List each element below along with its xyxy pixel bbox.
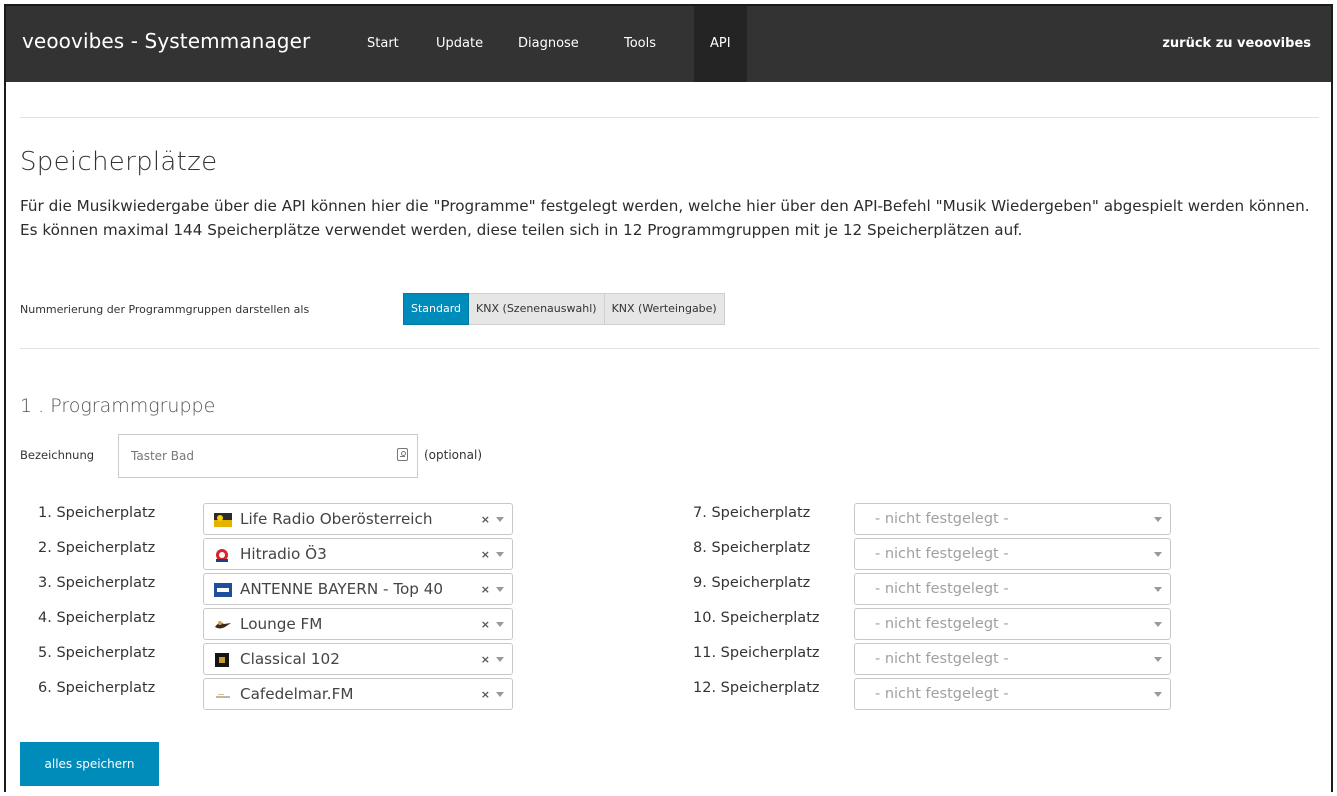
slot-label-2: 2. Speicherplatz [38,540,156,556]
slot-select-7[interactable]: - nicht festgelegt - [854,503,1171,535]
slot-select-8[interactable]: - nicht festgelegt - [854,538,1171,570]
numbering-button-group: Standard KNX (Szenenauswahl) KNX (Wertei… [403,293,725,325]
slot-placeholder-11: - nicht festgelegt - [875,651,1009,667]
slot-label-12: 12. Speicherplatz [693,680,820,696]
top-navbar: veoovibes - Systemmanager Start Update D… [6,6,1331,82]
slot-label-4: 4. Speicherplatz [38,610,156,626]
page-description: Für die Musikwiedergabe über die API kön… [20,197,1310,239]
chevron-down-icon[interactable] [496,587,504,592]
antenne-bayern-logo-icon [214,583,232,597]
program-group-title: 1 . Programmgruppe [20,395,216,417]
nav-item-api[interactable]: API [694,6,747,82]
slot-value-6: Cafedelmar.FM [240,685,354,703]
clear-icon[interactable]: × [481,583,490,596]
slot-label-7: 7. Speicherplatz [693,505,811,521]
chevron-down-icon[interactable] [1154,587,1162,592]
slot-label-8: 8. Speicherplatz [693,540,811,556]
clear-icon[interactable]: × [481,618,490,631]
slot-select-1[interactable]: Life Radio Oberösterreich × [203,503,513,535]
group-name-label: Bezeichnung [20,448,95,462]
clear-icon[interactable]: × [481,548,490,561]
nav-item-start[interactable]: Start [351,6,415,82]
cafedelmar-logo-icon [216,694,230,698]
clear-icon[interactable]: × [481,653,490,666]
slot-select-9[interactable]: - nicht festgelegt - [854,573,1171,605]
slot-label-6: 6. Speicherplatz [38,680,156,696]
slot-label-9: 9. Speicherplatz [693,575,811,591]
classical-102-logo-icon [215,653,229,667]
clear-icon[interactable]: × [481,688,490,701]
slot-label-3: 3. Speicherplatz [38,575,156,591]
slot-label-5: 5. Speicherplatz [38,645,156,661]
slot-select-6[interactable]: Cafedelmar.FM × [203,678,513,710]
chevron-down-icon[interactable] [496,552,504,557]
slot-label-11: 11. Speicherplatz [693,645,820,661]
slot-label-1: 1. Speicherplatz [38,505,156,521]
divider [20,117,1319,118]
slot-label-10: 10. Speicherplatz [693,610,820,626]
lounge-fm-logo-icon [215,621,231,629]
chevron-down-icon[interactable] [496,517,504,522]
app-window: veoovibes - Systemmanager Start Update D… [4,4,1333,792]
slot-select-10[interactable]: - nicht festgelegt - [854,608,1171,640]
nav-item-tools[interactable]: Tools [608,6,672,82]
slot-select-5[interactable]: Classical 102 × [203,643,513,675]
save-all-button[interactable]: alles speichern [20,742,159,786]
chevron-down-icon[interactable] [1154,622,1162,627]
nav-item-update[interactable]: Update [420,6,499,82]
slot-select-4[interactable]: Lounge FM × [203,608,513,640]
slot-placeholder-8: - nicht festgelegt - [875,546,1009,562]
contact-card-icon [397,448,408,461]
slot-placeholder-7: - nicht festgelegt - [875,511,1009,527]
slot-value-5: Classical 102 [240,650,340,668]
slot-value-1: Life Radio Oberösterreich [240,510,433,528]
slot-select-2[interactable]: Hitradio Ö3 × [203,538,513,570]
chevron-down-icon[interactable] [496,657,504,662]
chevron-down-icon[interactable] [1154,657,1162,662]
chevron-down-icon[interactable] [1154,692,1162,697]
brand-title[interactable]: veoovibes - Systemmanager [22,29,310,53]
page-title: Speicherplätze [20,147,218,177]
nav-item-diagnose[interactable]: Diagnose [502,6,595,82]
slot-select-12[interactable]: - nicht festgelegt - [854,678,1171,710]
back-to-veoovibes-link[interactable]: zurück zu veoovibes [1162,6,1311,82]
optional-hint: (optional) [424,448,482,462]
slot-value-3: ANTENNE BAYERN - Top 40 [240,580,444,598]
slot-value-4: Lounge FM [240,615,323,633]
group-name-input[interactable] [118,434,418,478]
numbering-label: Nummerierung der Programmgruppen darstel… [20,303,310,316]
life-radio-logo-icon [214,513,232,527]
slot-select-11[interactable]: - nicht festgelegt - [854,643,1171,675]
chevron-down-icon[interactable] [496,692,504,697]
numbering-standard-button[interactable]: Standard [403,293,470,325]
divider [20,348,1319,349]
chevron-down-icon[interactable] [496,622,504,627]
numbering-knx-werteingabe-button[interactable]: KNX (Werteingabe) [604,293,725,325]
slot-select-3[interactable]: ANTENNE BAYERN - Top 40 × [203,573,513,605]
hitradio-o3-logo-icon [216,549,228,562]
slot-placeholder-12: - nicht festgelegt - [875,686,1009,702]
numbering-knx-szenenauswahl-button[interactable]: KNX (Szenenauswahl) [469,293,605,325]
slot-value-2: Hitradio Ö3 [240,545,327,563]
slot-placeholder-9: - nicht festgelegt - [875,581,1009,597]
slot-placeholder-10: - nicht festgelegt - [875,616,1009,632]
chevron-down-icon[interactable] [1154,552,1162,557]
clear-icon[interactable]: × [481,513,490,526]
chevron-down-icon[interactable] [1154,517,1162,522]
